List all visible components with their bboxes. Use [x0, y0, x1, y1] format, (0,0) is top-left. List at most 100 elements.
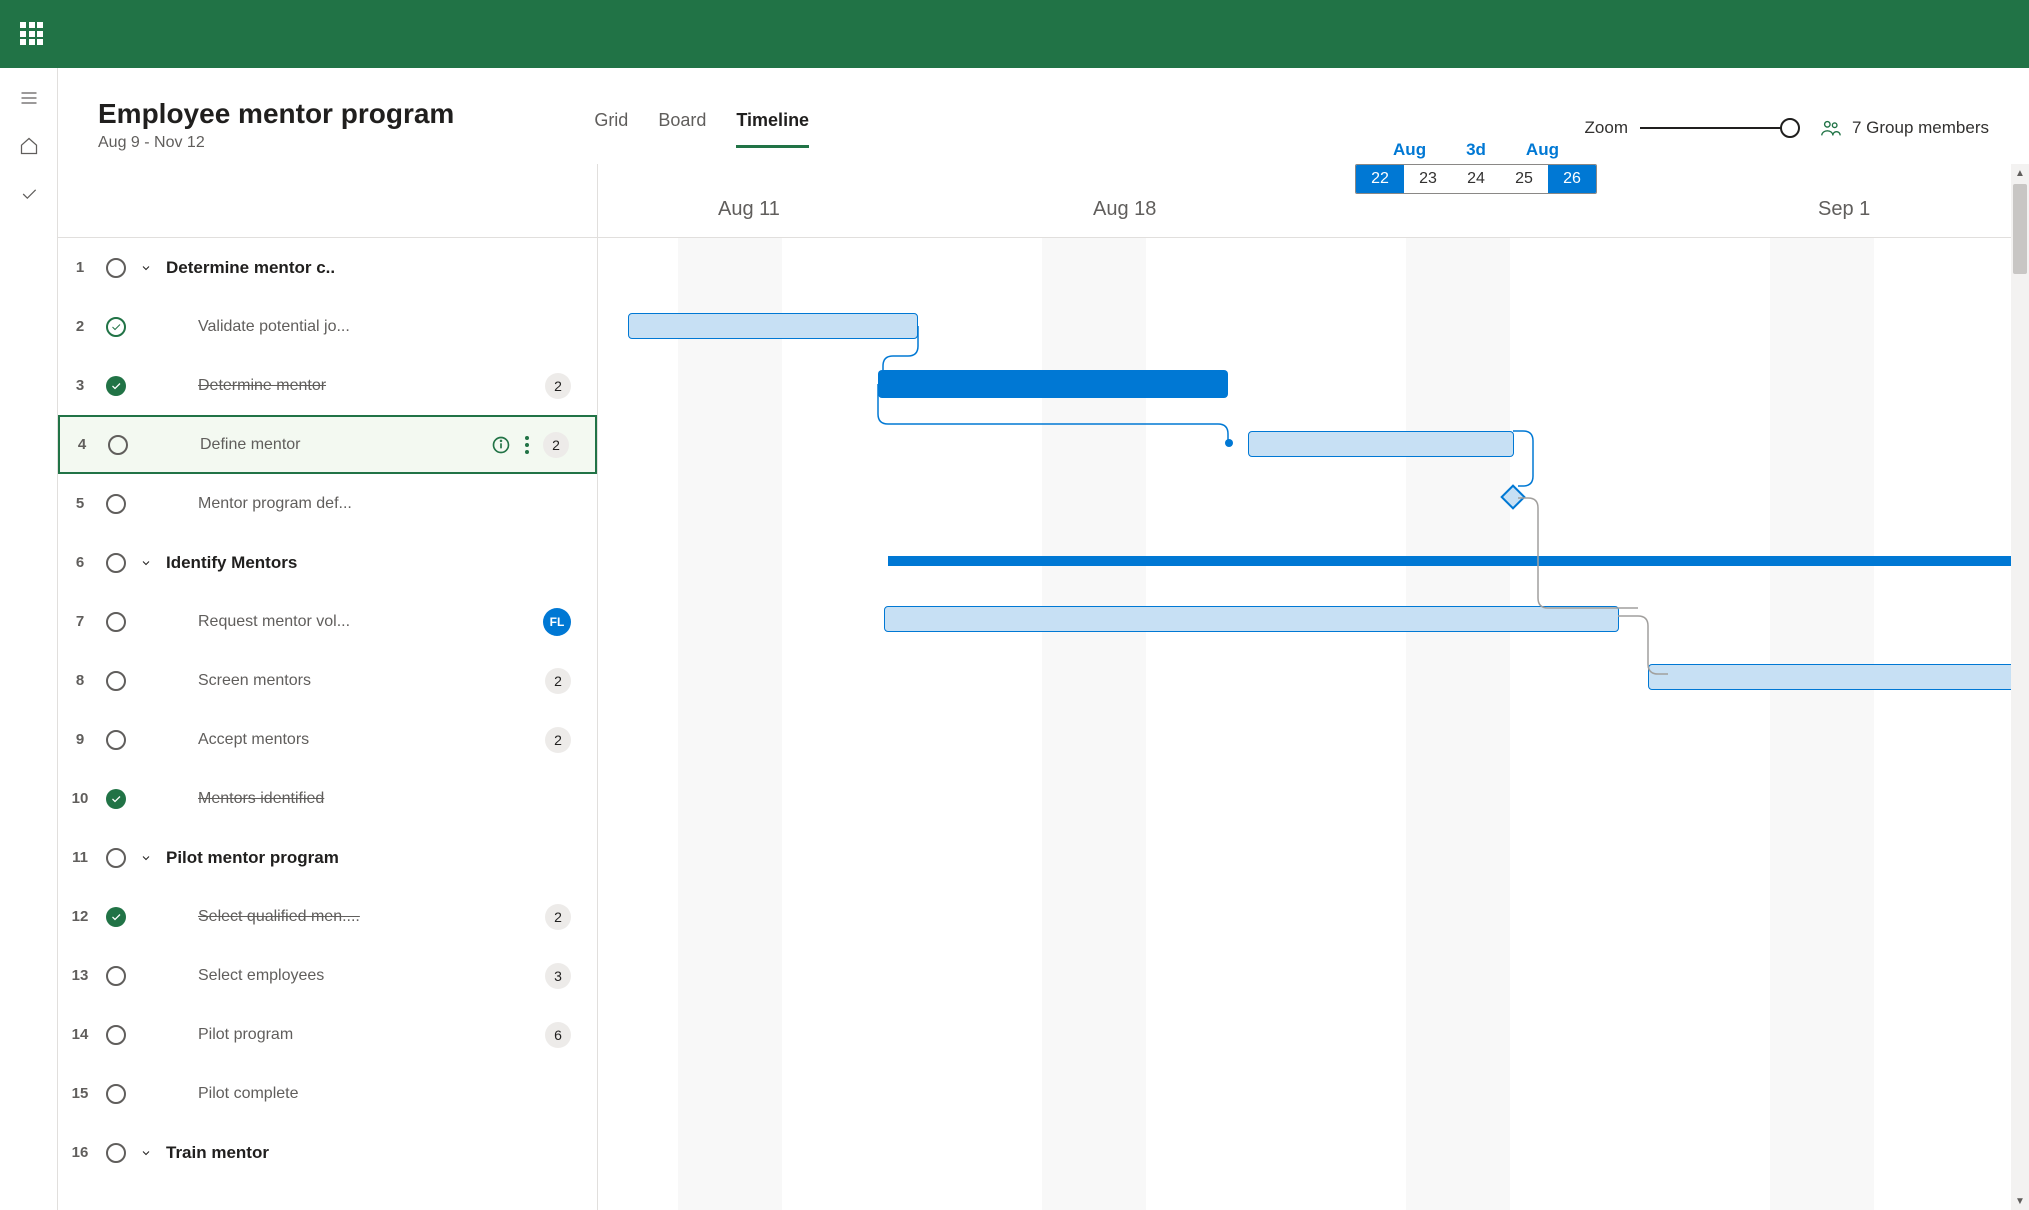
task-name: Validate potential jo...: [198, 318, 350, 336]
apps-waffle-icon[interactable]: [20, 22, 44, 46]
task-name: Determine mentor: [198, 377, 326, 395]
task-row-16[interactable]: 16Train mentor: [58, 1123, 597, 1182]
task-name: Mentor program def...: [198, 495, 352, 513]
scroll-thumb[interactable]: [2013, 184, 2027, 274]
task-row-12[interactable]: 12Select qualified men....2: [58, 887, 597, 946]
task-name: Request mentor vol...: [198, 613, 350, 631]
hamburger-menu-icon[interactable]: [5, 78, 53, 118]
scroll-down-icon[interactable]: ▼: [2011, 1192, 2029, 1210]
tab-board[interactable]: Board: [658, 110, 706, 145]
gantt-summary-task-6[interactable]: [888, 556, 2018, 566]
task-row-14[interactable]: 14Pilot program6: [58, 1005, 597, 1064]
row-number: 14: [66, 1026, 94, 1043]
task-row-10[interactable]: 10Mentors identified: [58, 769, 597, 828]
info-icon[interactable]: [491, 435, 511, 455]
dp-day-24[interactable]: 24: [1452, 165, 1500, 193]
task-row-6[interactable]: 6Identify Mentors: [58, 533, 597, 592]
gantt-bar-task-2[interactable]: [628, 313, 918, 339]
chevron-down-icon[interactable]: [138, 557, 154, 569]
count-badge: 2: [543, 432, 569, 458]
status-done-icon[interactable]: [106, 317, 126, 337]
row-number: 3: [66, 377, 94, 394]
task-row-11[interactable]: 11Pilot mentor program: [58, 828, 597, 887]
dp-day-25[interactable]: 25: [1500, 165, 1548, 193]
task-row-4[interactable]: 4 Define mentor 2: [58, 415, 597, 474]
task-name: Define mentor: [200, 436, 301, 454]
row-number: 4: [68, 436, 96, 453]
status-done-icon[interactable]: [106, 789, 126, 809]
check-icon[interactable]: [5, 174, 53, 214]
chevron-down-icon[interactable]: [138, 262, 154, 274]
tab-grid[interactable]: Grid: [594, 110, 628, 145]
more-options-icon[interactable]: [521, 432, 533, 458]
dp-day-22[interactable]: 22: [1356, 165, 1404, 193]
status-open-icon[interactable]: [106, 1084, 126, 1104]
left-nav-rail: [0, 68, 58, 1210]
status-open-icon[interactable]: [106, 730, 126, 750]
status-open-icon[interactable]: [106, 966, 126, 986]
status-open-icon[interactable]: [106, 848, 126, 868]
status-open-icon[interactable]: [106, 1025, 126, 1045]
gantt-bar-task-8[interactable]: [1648, 664, 2028, 690]
home-icon[interactable]: [5, 126, 53, 166]
assignee-avatar[interactable]: FL: [543, 608, 571, 636]
chevron-down-icon[interactable]: [138, 1147, 154, 1159]
task-row-2[interactable]: 2Validate potential jo...: [58, 297, 597, 356]
people-icon: [1820, 117, 1842, 139]
status-open-icon[interactable]: [106, 258, 126, 278]
task-row-1[interactable]: 1Determine mentor c..: [58, 238, 597, 297]
zoom-handle[interactable]: [1780, 118, 1800, 138]
status-done-icon[interactable]: [106, 907, 126, 927]
row-number: 16: [66, 1144, 94, 1161]
chevron-down-icon[interactable]: [138, 852, 154, 864]
app-top-bar: [0, 0, 2029, 68]
task-name: Select employees: [198, 967, 324, 985]
status-open-icon[interactable]: [106, 612, 126, 632]
dp-day-26[interactable]: 26: [1548, 165, 1596, 193]
task-name: Select qualified men....: [198, 908, 360, 926]
count-badge: 2: [545, 373, 571, 399]
gantt-date-aug18: Aug 18: [1093, 198, 1156, 221]
status-open-icon[interactable]: [106, 671, 126, 691]
task-row-8[interactable]: 8Screen mentors2: [58, 651, 597, 710]
gantt-date-sep1: Sep 1: [1818, 198, 1870, 221]
task-name: Pilot complete: [198, 1085, 299, 1103]
task-name: Screen mentors: [198, 672, 311, 690]
row-number: 11: [66, 849, 94, 866]
zoom-control: Zoom: [1585, 118, 1790, 138]
group-members-button[interactable]: 7 Group members: [1820, 117, 1989, 139]
dp-day-23[interactable]: 23: [1404, 165, 1452, 193]
vertical-scrollbar[interactable]: ▲ ▼: [2011, 164, 2029, 1210]
scroll-up-icon[interactable]: ▲: [2011, 164, 2029, 182]
row-number: 10: [66, 790, 94, 807]
gantt-chart[interactable]: Aug 11 Aug 18 Sep 1: [598, 164, 2029, 1210]
zoom-slider[interactable]: [1640, 127, 1790, 129]
task-row-9[interactable]: 9Accept mentors2: [58, 710, 597, 769]
project-header: Employee mentor program Aug 9 - Nov 12 G…: [58, 68, 2029, 164]
task-name: Identify Mentors: [166, 553, 297, 573]
status-open-icon[interactable]: [106, 1143, 126, 1163]
row-number: 13: [66, 967, 94, 984]
dp-end-month: Aug: [1526, 140, 1559, 160]
task-row-15[interactable]: 15Pilot complete: [58, 1064, 597, 1123]
count-badge: 2: [545, 668, 571, 694]
task-row-7[interactable]: 7Request mentor vol...FL: [58, 592, 597, 651]
status-open-icon[interactable]: [106, 494, 126, 514]
members-label: 7 Group members: [1852, 118, 1989, 138]
gantt-date-header: Aug 11 Aug 18 Sep 1: [598, 164, 2029, 238]
tab-timeline[interactable]: Timeline: [736, 110, 809, 148]
gantt-bar-task-7[interactable]: [884, 606, 1619, 632]
zoom-label: Zoom: [1585, 118, 1628, 138]
gantt-bar-task-4[interactable]: [1248, 431, 1514, 457]
view-tabs: Grid Board Timeline: [594, 102, 809, 148]
task-row-3[interactable]: 3 Determine mentor 2: [58, 356, 597, 415]
task-row-5[interactable]: 5Mentor program def...: [58, 474, 597, 533]
status-open-icon[interactable]: [108, 435, 128, 455]
dp-start-month: Aug: [1393, 140, 1426, 160]
gantt-date-aug11: Aug 11: [718, 198, 780, 221]
gantt-body[interactable]: [598, 238, 2029, 1210]
row-number: 12: [66, 908, 94, 925]
status-done-icon[interactable]: [106, 376, 126, 396]
task-row-13[interactable]: 13Select employees3: [58, 946, 597, 1005]
status-open-icon[interactable]: [106, 553, 126, 573]
